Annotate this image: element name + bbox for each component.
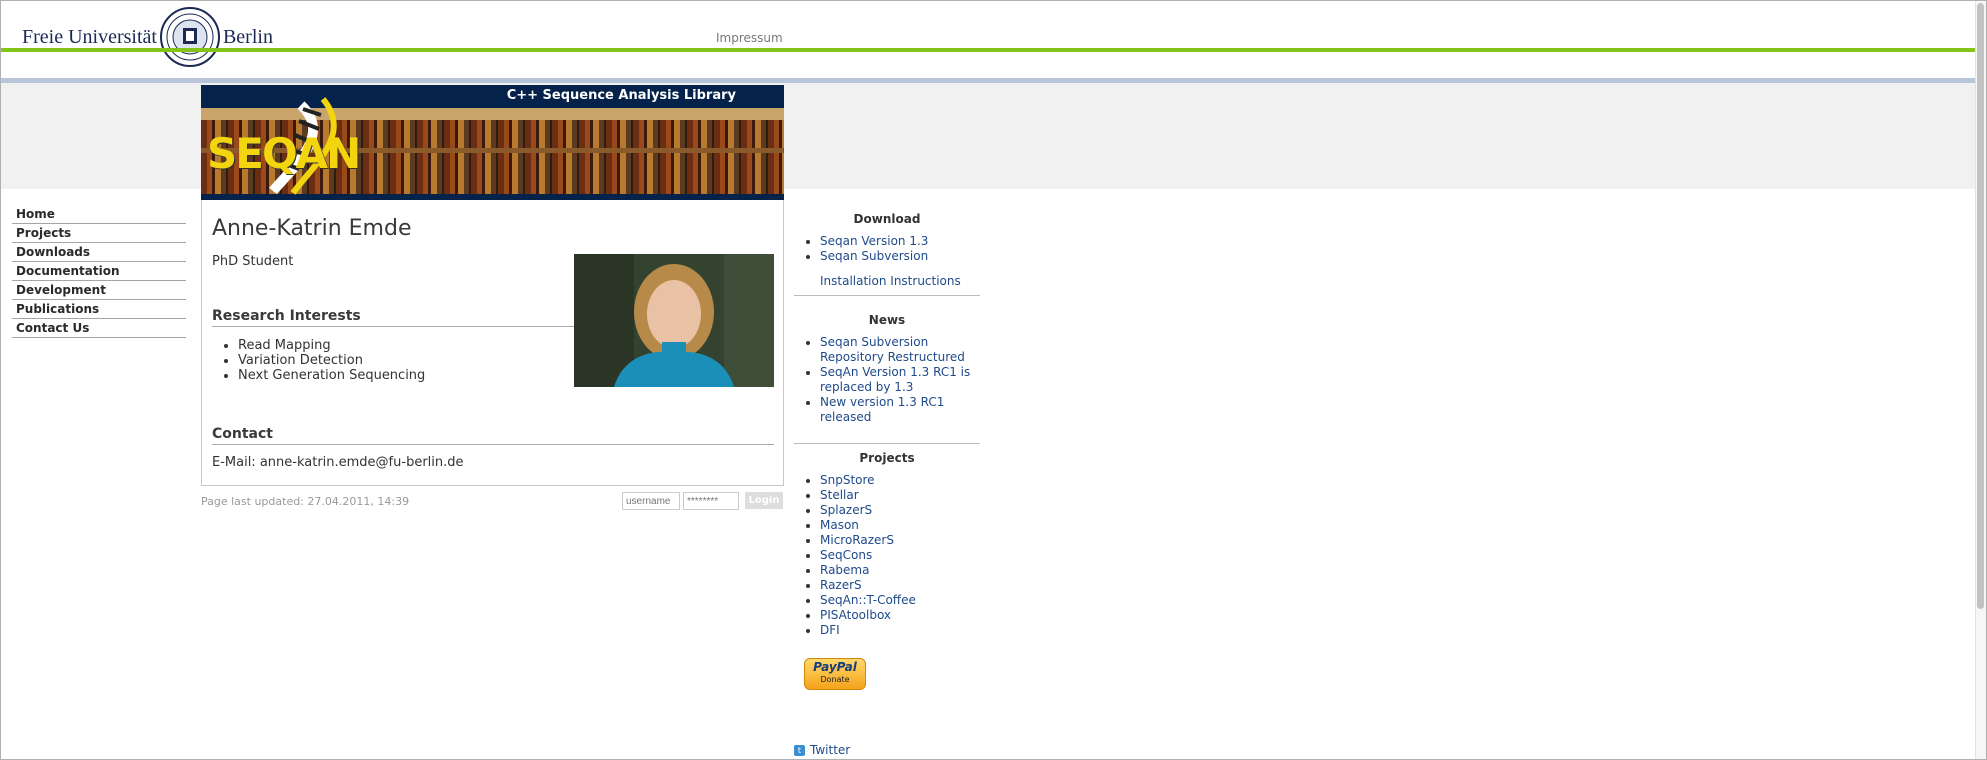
project-link[interactable]: SeqCons <box>820 548 872 562</box>
download-section: Download Seqan Version 1.3 Seqan Subvers… <box>794 212 980 296</box>
download-link-seqan-1-3[interactable]: Seqan Version 1.3 <box>820 234 928 248</box>
list-item: Rabema <box>820 563 980 578</box>
profile-content: Anne-Katrin Emde PhD Student Research In… <box>201 200 784 486</box>
profile-photo <box>574 254 774 387</box>
list-item: SplazerS <box>820 503 980 518</box>
nav-item-home[interactable]: Home <box>12 205 186 224</box>
list-item: SeqCons <box>820 548 980 563</box>
list-item: DFI <box>820 623 980 638</box>
list-item: Seqan Subversion <box>820 249 980 264</box>
project-link[interactable]: Mason <box>820 518 859 532</box>
news-link[interactable]: SeqAn Version 1.3 RC1 is replaced by 1.3 <box>820 365 970 394</box>
twitter-icon: t <box>794 744 805 756</box>
password-input[interactable] <box>683 492 739 510</box>
paypal-donate-text: Donate <box>820 675 850 684</box>
download-heading: Download <box>853 212 921 226</box>
installation-instructions-link[interactable]: Installation Instructions <box>820 274 961 288</box>
fu-logo-right-text: Berlin <box>222 25 273 48</box>
list-item: PISAtoolbox <box>820 608 980 623</box>
divider <box>794 295 980 296</box>
news-link[interactable]: Seqan Subversion Repository Restructured <box>820 335 965 364</box>
nav-item-projects[interactable]: Projects <box>12 224 186 243</box>
projects-section: Projects SnpStore Stellar SplazerS Mason… <box>794 451 980 638</box>
contact-email: E-Mail: anne-katrin.emde@fu-berlin.de <box>212 455 464 470</box>
list-item: SnpStore <box>820 473 980 488</box>
project-link[interactable]: Stellar <box>820 488 859 502</box>
list-item: Seqan Version 1.3 <box>820 234 980 249</box>
impressum-link[interactable]: Impressum <box>716 31 783 45</box>
twitter-label: Twitter <box>810 743 851 757</box>
profile-role: PhD Student <box>212 254 294 269</box>
project-link[interactable]: SnpStore <box>820 473 875 487</box>
project-link[interactable]: SplazerS <box>820 503 872 517</box>
left-navigation: Home Projects Downloads Documentation De… <box>12 205 186 338</box>
username-input[interactable] <box>622 492 680 510</box>
fu-seal-icon <box>159 7 220 67</box>
contact-heading: Contact <box>212 426 774 445</box>
list-item: MicroRazerS <box>820 533 980 548</box>
news-section: News Seqan Subversion Repository Restruc… <box>794 313 980 444</box>
news-heading: News <box>868 313 906 327</box>
project-link[interactable]: Rabema <box>820 563 869 577</box>
project-link[interactable]: DFI <box>820 623 840 637</box>
download-link-subversion[interactable]: Seqan Subversion <box>820 249 928 263</box>
nav-item-downloads[interactable]: Downloads <box>12 243 186 262</box>
paypal-donate-button[interactable]: PayPal Donate <box>804 658 866 690</box>
research-interests-list: Read Mapping Variation Detection Next Ge… <box>212 338 425 383</box>
list-item: Next Generation Sequencing <box>238 368 425 383</box>
news-link[interactable]: New version 1.3 RC1 released <box>820 395 944 424</box>
list-item: Mason <box>820 518 980 533</box>
header-green-divider <box>0 48 1975 52</box>
project-link[interactable]: SeqAn::T-Coffee <box>820 593 916 607</box>
page-title: Anne-Katrin Emde <box>212 216 412 241</box>
fu-logo-left-text: Freie Universität <box>22 25 157 48</box>
nav-item-documentation[interactable]: Documentation <box>12 262 186 281</box>
list-item: RazerS <box>820 578 980 593</box>
project-link[interactable]: PISAtoolbox <box>820 608 891 622</box>
login-button[interactable]: Login <box>745 492 783 509</box>
list-item: SeqAn Version 1.3 RC1 is replaced by 1.3 <box>820 365 980 395</box>
last-updated-text: Page last updated: 27.04.2011, 14:39 <box>201 495 410 508</box>
nav-item-development[interactable]: Development <box>12 281 186 300</box>
seqan-banner[interactable]: C++ Sequence Analysis Library SEQAN <box>201 85 784 200</box>
paypal-brand-text: PayPal <box>813 660 857 674</box>
list-item: Stellar <box>820 488 980 503</box>
projects-heading: Projects <box>859 451 915 465</box>
nav-item-contact-us[interactable]: Contact Us <box>12 319 186 338</box>
list-item: Seqan Subversion Repository Restructured <box>820 335 980 365</box>
list-item: Read Mapping <box>238 338 425 353</box>
list-item: Variation Detection <box>238 353 425 368</box>
project-link[interactable]: MicroRazerS <box>820 533 894 547</box>
twitter-link[interactable]: t Twitter <box>794 743 850 757</box>
list-item: SeqAn::T-Coffee <box>820 593 980 608</box>
seqan-logo-text: SEQAN <box>207 129 361 178</box>
project-link[interactable]: RazerS <box>820 578 862 592</box>
banner-title: C++ Sequence Analysis Library <box>506 88 736 103</box>
divider <box>794 443 980 444</box>
list-item: New version 1.3 RC1 released <box>820 395 980 425</box>
scrollbar-thumb[interactable] <box>1977 3 1984 609</box>
fu-berlin-logo[interactable]: Freie Universität Berlin <box>22 6 273 68</box>
research-interests-heading: Research Interests <box>212 308 574 327</box>
nav-item-publications[interactable]: Publications <box>12 300 186 319</box>
